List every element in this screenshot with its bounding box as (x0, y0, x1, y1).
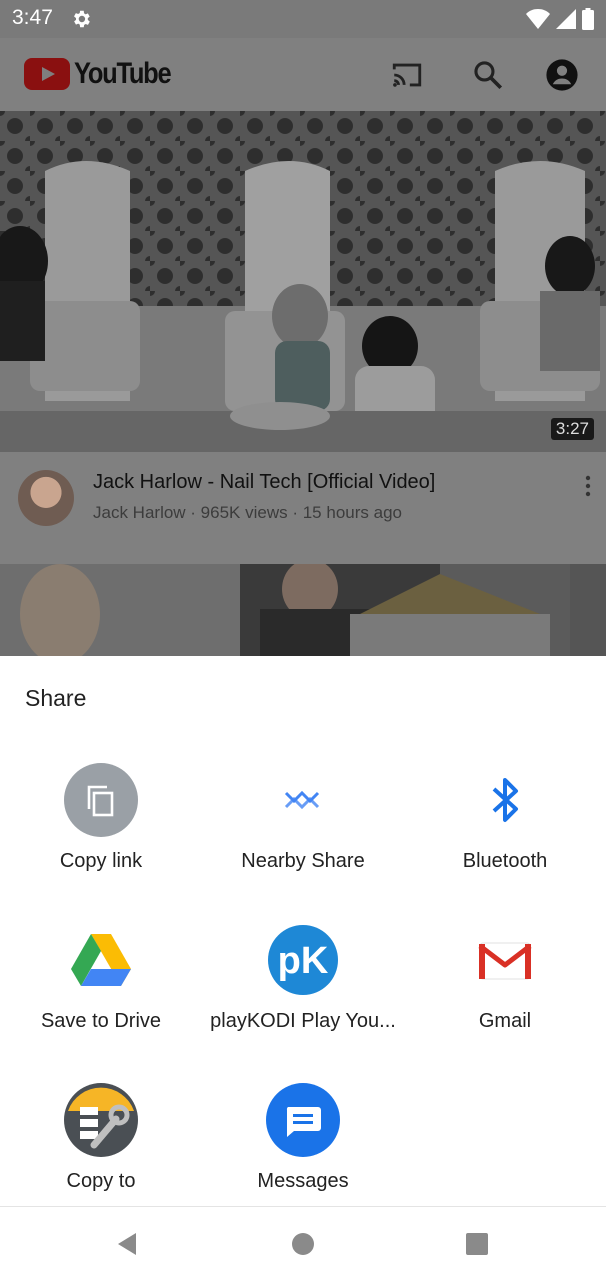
playkodi-icon: pK (266, 923, 340, 997)
video-thumbnail-image (0, 111, 606, 452)
share-target-label: Nearby Share (241, 850, 365, 872)
video-duration: 3:27 (550, 418, 594, 440)
share-target-playkodi[interactable]: pK playKODI Play You... (202, 923, 404, 1043)
video-meta: Jack Harlow · 965K views · 15 hours ago (93, 503, 402, 522)
google-drive-icon (64, 923, 138, 997)
share-target-label: playKODI Play You... (210, 1010, 396, 1032)
cast-icon[interactable] (390, 58, 424, 92)
share-target-label: Save to Drive (40, 1010, 162, 1032)
share-target-label: Bluetooth (462, 850, 548, 872)
gmail-icon (468, 923, 542, 997)
back-icon[interactable] (114, 1231, 140, 1257)
next-video-thumbnail[interactable] (0, 564, 606, 656)
next-video-thumbnail-image (0, 564, 606, 656)
share-target-gmail[interactable]: Gmail (404, 923, 606, 1043)
share-target-save-to-drive[interactable]: Save to Drive (0, 923, 202, 1043)
video-info-row[interactable]: Jack Harlow - Nail Tech [Official Video]… (0, 452, 606, 564)
status-time: 3:47 (12, 6, 53, 29)
account-icon[interactable] (545, 58, 579, 92)
share-target-nearby-share[interactable]: Nearby Share (202, 763, 404, 883)
copy-icon (64, 763, 138, 837)
messages-icon (266, 1083, 340, 1157)
nearby-share-icon (266, 763, 340, 837)
youtube-logo-text: YouTube (74, 57, 172, 90)
share-target-bluetooth[interactable]: Bluetooth (404, 763, 606, 883)
video-thumbnail[interactable]: 3:27 (0, 111, 606, 452)
settings-gear-icon (74, 10, 90, 28)
video-title: Jack Harlow - Nail Tech [Official Video] (93, 471, 436, 493)
bluetooth-icon (468, 763, 542, 837)
youtube-logo[interactable]: YouTube (24, 57, 187, 90)
share-target-messages[interactable]: Messages (202, 1083, 404, 1203)
share-target-label: Copy to (66, 1170, 136, 1192)
battery-icon (582, 8, 594, 30)
svg-text:pK: pK (278, 940, 329, 982)
recents-icon[interactable] (464, 1231, 490, 1257)
search-icon[interactable] (471, 58, 505, 92)
home-icon[interactable] (290, 1231, 316, 1257)
system-navigation-bar (0, 1206, 606, 1280)
share-sheet-title: Share (25, 685, 87, 711)
share-sheet: Share Copy link Nearby Share Bluetooth S… (0, 656, 606, 1206)
channel-avatar[interactable] (18, 470, 74, 526)
cell-signal-icon (556, 9, 576, 29)
share-target-label: Gmail (478, 1010, 532, 1032)
share-target-copy-to[interactable]: Copy to (0, 1083, 202, 1203)
copy-to-icon (64, 1083, 138, 1157)
youtube-play-logo-icon (24, 58, 70, 90)
more-options-icon[interactable] (584, 474, 592, 498)
status-bar: 3:47 (0, 0, 606, 38)
share-target-label: Copy link (59, 850, 143, 872)
wifi-icon (526, 9, 550, 29)
share-target-copy-link[interactable]: Copy link (0, 763, 202, 883)
share-target-label: Messages (257, 1170, 349, 1192)
youtube-app-bar: YouTube (0, 38, 606, 111)
